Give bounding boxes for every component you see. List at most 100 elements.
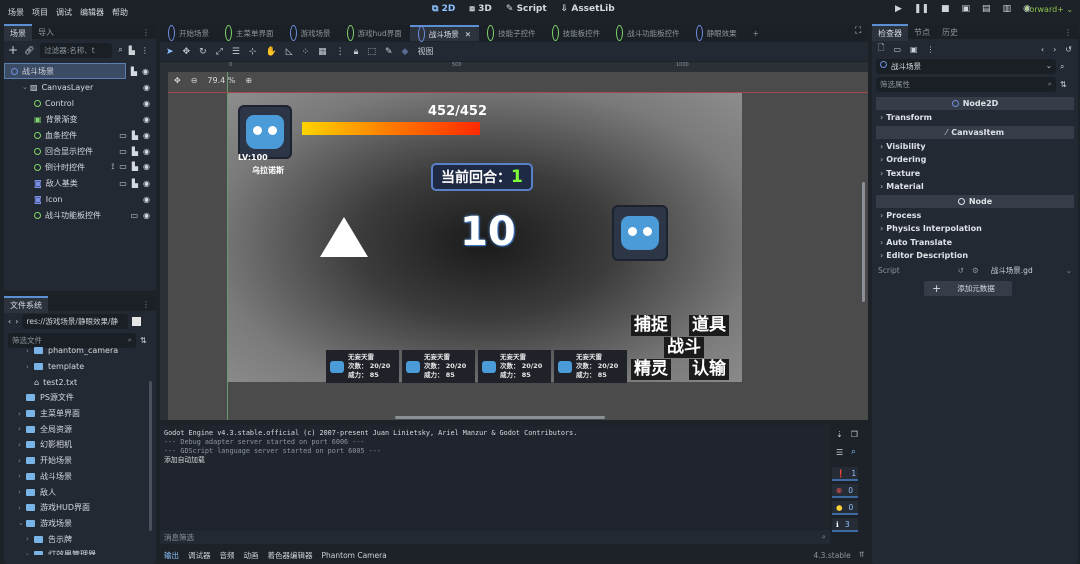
- distraction-free-icon[interactable]: ⛶: [855, 26, 861, 36]
- menu-scene[interactable]: 场景: [8, 7, 24, 18]
- file-item[interactable]: › 敌人: [10, 484, 156, 500]
- forward-icon[interactable]: ›: [15, 317, 18, 326]
- mode-3d-button[interactable]: ⧈ 3D: [469, 4, 492, 14]
- new-tab-button[interactable]: +: [745, 25, 767, 41]
- play-custom-icon[interactable]: ▥: [1003, 4, 1012, 14]
- clapper-icon[interactable]: ▭: [119, 162, 127, 172]
- scene-tree-item[interactable]: ◙ 敌人基类 ▭ ▙ ◉: [4, 175, 156, 191]
- script-icon[interactable]: ▙: [132, 179, 138, 188]
- tab-audio[interactable]: 音频: [220, 550, 235, 561]
- file-item[interactable]: › 灯效果管理器: [10, 547, 156, 555]
- filter-all-button[interactable]: ❗ 1: [832, 467, 858, 481]
- tab-phantom-camera[interactable]: Phantom Camera: [322, 551, 387, 560]
- new-resource-icon[interactable]: 🗋︎: [878, 42, 884, 56]
- menu-project[interactable]: 项目: [32, 7, 48, 18]
- list-select-icon[interactable]: ☰: [232, 47, 240, 57]
- docs-icon[interactable]: ⌕: [1060, 62, 1064, 72]
- file-item[interactable]: ⌄ 游戏场景: [10, 516, 156, 532]
- spirit-button[interactable]: 精灵: [631, 359, 671, 380]
- revert-icon[interactable]: ↺: [958, 266, 964, 275]
- scene-tab[interactable]: 游戏hud界面: [339, 25, 410, 41]
- canvas-viewport[interactable]: 0 500 1000 ✥ ⊖ 79.4 % ⊕ LV:100 乌拉诺斯 452/…: [160, 62, 868, 420]
- more-icon[interactable]: ⋮: [141, 46, 149, 55]
- file-item[interactable]: › 主菜单界面: [10, 406, 156, 422]
- clapper-icon[interactable]: ▭: [130, 211, 138, 220]
- center-view-icon[interactable]: ✥: [174, 76, 181, 85]
- inspector-group[interactable]: › Visibility: [876, 140, 1074, 154]
- scene-tree-item[interactable]: ◙ Icon ◉: [4, 191, 156, 207]
- split-mode-icon[interactable]: [132, 316, 142, 326]
- file-item[interactable]: › 告示牌: [10, 531, 156, 547]
- item-button[interactable]: 道具: [689, 315, 729, 336]
- sort-icon[interactable]: ⇅: [140, 336, 147, 345]
- play-scene-icon[interactable]: ▤: [982, 4, 991, 14]
- clapper-icon[interactable]: ▭: [119, 131, 127, 140]
- scene-tab[interactable]: 战斗功能板控件: [608, 25, 688, 41]
- chevron-down-icon[interactable]: ⌄: [1066, 266, 1072, 275]
- inspector-group[interactable]: › Texture: [876, 167, 1074, 181]
- visibility-eye-icon[interactable]: ◉: [143, 147, 150, 156]
- mode-script-button[interactable]: ✎ Script: [506, 4, 547, 14]
- tab-debugger[interactable]: 调试器: [188, 550, 211, 561]
- pause-icon[interactable]: ❚❚: [914, 4, 929, 14]
- scene-tree-item[interactable]: ⌄ ▨ CanvasLayer ◉: [4, 79, 156, 95]
- vertical-scrollbar[interactable]: [862, 182, 865, 302]
- open-resource-icon[interactable]: ▭: [893, 45, 901, 54]
- filter-errors-button[interactable]: ⊗ 0: [832, 484, 858, 498]
- capture-button[interactable]: 捕捉: [631, 315, 671, 336]
- file-item[interactable]: PS源文件: [10, 390, 156, 406]
- mode-2d-button[interactable]: ⧉ 2D: [432, 4, 455, 14]
- skill-card[interactable]: 无妄天雷 次数： 20/20 威力： 85: [478, 350, 551, 383]
- visibility-eye-icon[interactable]: ◉: [143, 211, 150, 220]
- mode-assetlib-button[interactable]: ⇩ AssetLib: [561, 4, 615, 14]
- path-field[interactable]: res://游戏场景/静眼效果/静: [22, 313, 129, 329]
- inspector-group[interactable]: › Auto Translate: [876, 236, 1074, 250]
- zoom-level[interactable]: 79.4 %: [207, 76, 235, 85]
- file-filter-input[interactable]: 筛选文件 ⌕: [8, 332, 136, 348]
- scene-tab[interactable]: 战斗场景 ✕: [409, 25, 480, 42]
- inspector-group[interactable]: › Material: [876, 180, 1074, 194]
- file-item[interactable]: › 全局资源: [10, 421, 156, 437]
- tab-animation[interactable]: 动画: [244, 550, 259, 561]
- scene-tab[interactable]: 技能子控件: [479, 25, 544, 41]
- clear-log-icon[interactable]: ⇣: [836, 430, 843, 439]
- inspector-group[interactable]: › Editor Description: [876, 249, 1074, 263]
- scene-tree-item[interactable]: 战斗功能板控件 ▭ ◉: [4, 207, 156, 223]
- dock-menu-icon[interactable]: ⋮: [136, 26, 156, 39]
- scene-tab[interactable]: 主菜单界面: [217, 25, 282, 41]
- link-icon[interactable]: 🔗︎: [24, 46, 34, 55]
- scene-tree-item[interactable]: Control ◉: [4, 95, 156, 111]
- signal-icon[interactable]: ⟟: [111, 162, 114, 172]
- file-scrollbar[interactable]: [149, 381, 152, 531]
- inspector-group[interactable]: › Ordering: [876, 153, 1074, 167]
- copy-icon[interactable]: ❐: [851, 430, 858, 439]
- zoom-in-icon[interactable]: ⊕: [245, 76, 252, 85]
- tab-import[interactable]: 导入: [32, 25, 60, 40]
- play-icon[interactable]: ▶: [895, 4, 902, 14]
- visibility-eye-icon[interactable]: ◉: [143, 83, 150, 92]
- dock-menu-icon[interactable]: ⋮: [136, 298, 156, 311]
- script-value[interactable]: 战斗场景.gd: [991, 265, 1033, 276]
- visibility-eye-icon[interactable]: ◉: [143, 179, 150, 188]
- skill-card[interactable]: 无妄天雷 次数： 20/20 威力： 85: [326, 350, 399, 383]
- lock-icon[interactable]: 🔒︎: [354, 47, 359, 57]
- scene-tree-item[interactable]: ▣ 背景渐变 ◉: [4, 111, 156, 127]
- scene-tab[interactable]: 技能板控件: [544, 25, 609, 41]
- renderer-select[interactable]: Forward+ ⌄: [1025, 5, 1073, 14]
- more-icon[interactable]: ⋮: [927, 45, 935, 54]
- menu-editor[interactable]: 编辑器: [80, 7, 104, 18]
- script-icon[interactable]: ▙: [132, 162, 138, 172]
- rotate-tool-icon[interactable]: ↻: [199, 47, 207, 57]
- pin-panel-icon[interactable]: ⫪: [860, 550, 864, 560]
- file-item[interactable]: › 游戏HUD界面: [10, 500, 156, 516]
- skill-card[interactable]: 无妄天雷 次数： 20/20 威力： 85: [402, 350, 475, 383]
- camera-override-icon[interactable]: ◆: [402, 47, 409, 57]
- add-node-icon[interactable]: +: [8, 43, 18, 57]
- skill-card[interactable]: 无妄天雷 次数： 20/20 威力： 85: [554, 350, 627, 383]
- scale-tool-icon[interactable]: ⤢: [216, 47, 223, 57]
- close-icon[interactable]: ✕: [459, 26, 471, 42]
- more-icon[interactable]: ⋮: [336, 47, 345, 57]
- message-filter-input[interactable]: 消息筛选 ⌕: [160, 530, 830, 544]
- file-item[interactable]: › template: [10, 359, 156, 375]
- inspector-group[interactable]: › Process: [876, 209, 1074, 223]
